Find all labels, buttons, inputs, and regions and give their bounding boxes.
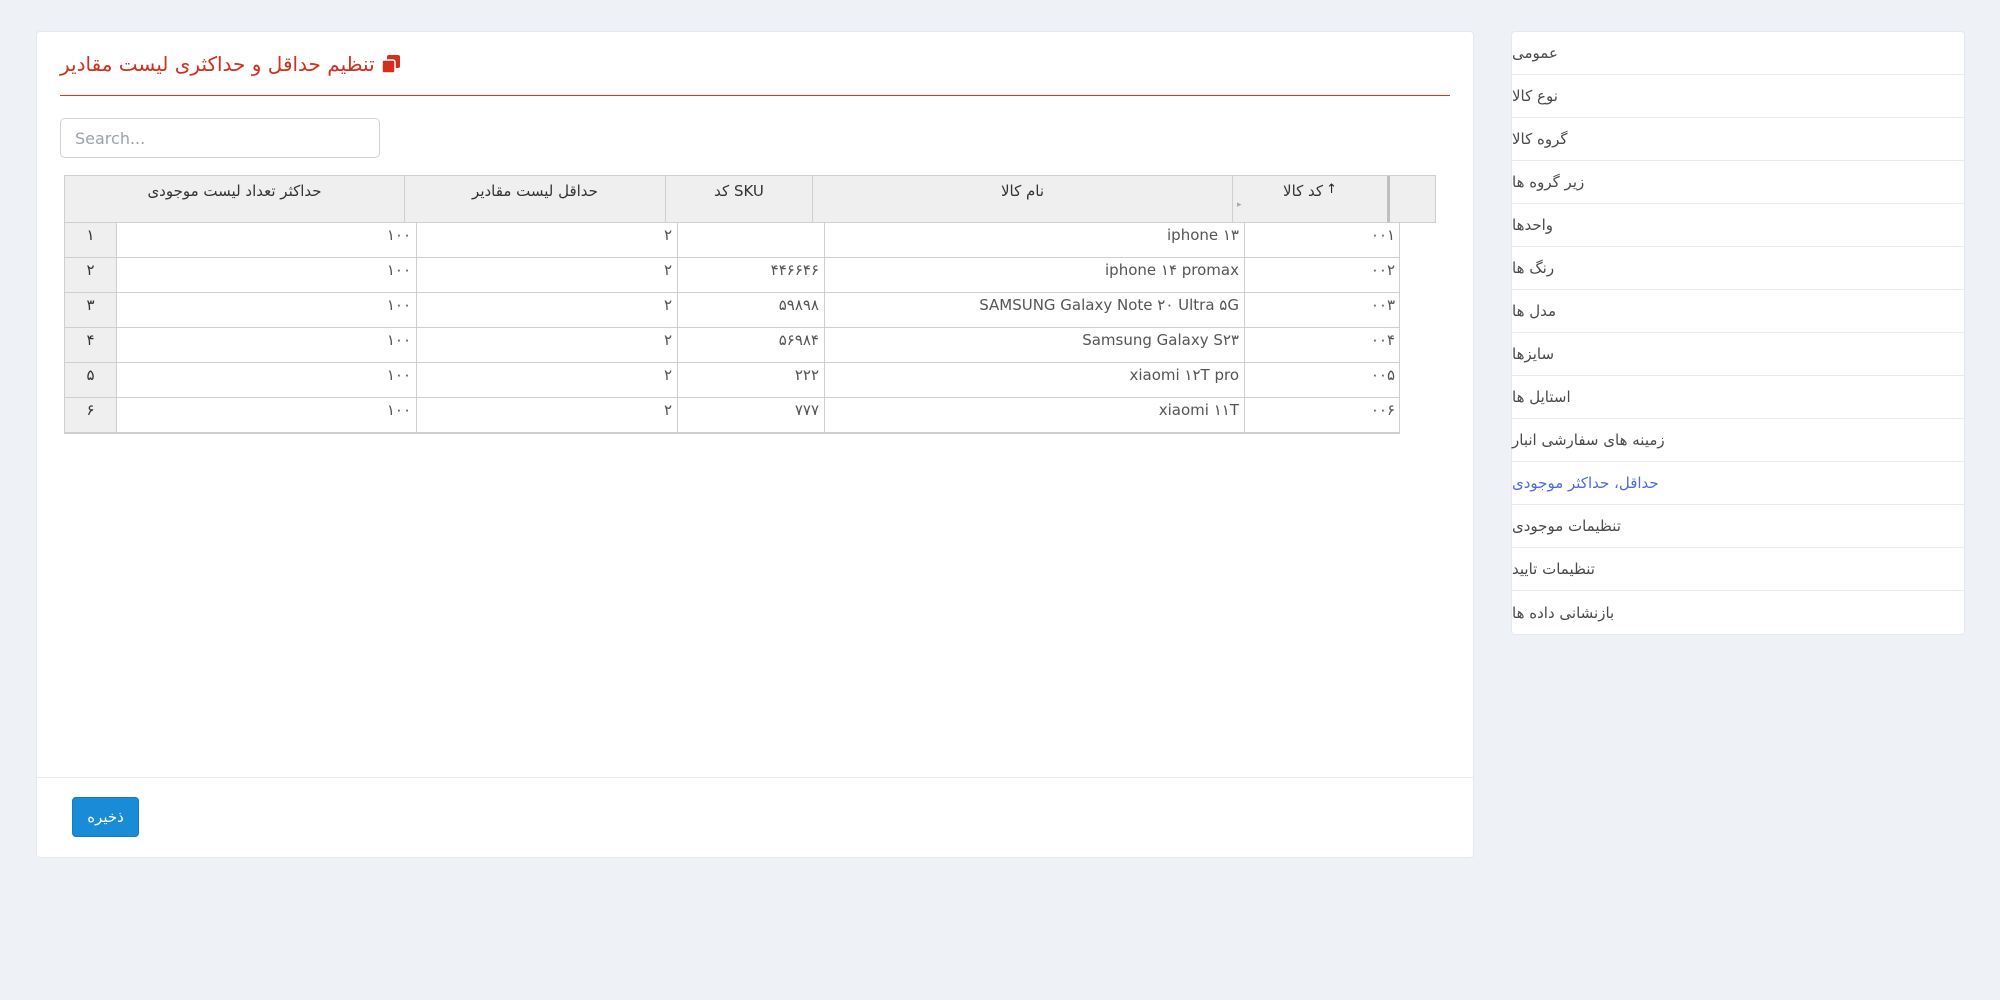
footer-divider — [37, 777, 1473, 778]
min-stock-cell[interactable]: ۲ — [417, 328, 678, 362]
sidebar-item-custom-fields[interactable]: زمینه های سفارشی انبار — [1512, 419, 1964, 462]
row-number: ۶ — [65, 398, 117, 432]
header-name-label: نام کالا — [1000, 182, 1045, 200]
product-code-cell[interactable]: ۰۰۳ — [1245, 293, 1400, 327]
product-code-cell[interactable]: ۰۰۴ — [1245, 328, 1400, 362]
sidebar-item-product-group[interactable]: گروه کالا — [1512, 118, 1964, 161]
settings-sidebar: عمومی نوع کالا گروه کالا زیر گروه ها واح… — [1511, 31, 1965, 635]
min-stock-cell[interactable]: ۲ — [417, 363, 678, 397]
sidebar-item-models[interactable]: مدل ها — [1512, 290, 1964, 333]
min-stock-cell[interactable]: ۲ — [417, 398, 678, 432]
product-name-cell[interactable]: SAMSUNG Galaxy Note ۲۰ Ultra ۵G — [825, 293, 1245, 327]
column-resize-icon[interactable]: ▸ — [1237, 200, 1242, 210]
sidebar-item-general[interactable]: عمومی — [1512, 32, 1964, 75]
sidebar-item-product-type[interactable]: نوع کالا — [1512, 75, 1964, 118]
sidebar-item-reset-data[interactable]: بازنشانی داده ها — [1512, 591, 1964, 634]
header-row-number — [1390, 176, 1435, 222]
sidebar-item-units[interactable]: واحدها — [1512, 204, 1964, 247]
header-code-label: کد کالا — [1283, 182, 1324, 200]
product-name-cell[interactable]: xiaomi ۱۲T pro — [825, 363, 1245, 397]
row-number: ۲ — [65, 258, 117, 292]
max-stock-cell[interactable]: ۱۰۰ — [117, 293, 417, 327]
header-sku-label: SKU کد — [714, 182, 764, 200]
max-stock-cell[interactable]: ۱۰۰ — [117, 223, 417, 257]
product-code-cell[interactable]: ۰۰۵ — [1245, 363, 1400, 397]
sku-cell[interactable]: ۵۶۹۸۴ — [678, 328, 825, 362]
product-name-cell[interactable]: iphone ۱۴ promax — [825, 258, 1245, 292]
header-min-label: حداقل لیست مقادیر — [472, 182, 598, 200]
max-stock-cell[interactable]: ۱۰۰ — [117, 363, 417, 397]
row-number: ۴ — [65, 328, 117, 362]
grid-header: حداکثر تعداد لیست موجودی حداقل لیست مقاد… — [64, 175, 1436, 223]
product-code-cell[interactable]: ۰۰۱ — [1245, 223, 1400, 257]
product-name-cell[interactable]: Samsung Galaxy S۲۳ — [825, 328, 1245, 362]
sku-cell[interactable]: ۷۷۷ — [678, 398, 825, 432]
max-stock-cell[interactable]: ۱۰۰ — [117, 258, 417, 292]
table-row: ۴ ۱۰۰ ۲ ۵۶۹۸۴ Samsung Galaxy S۲۳ ۰۰۴ — [65, 328, 1399, 363]
sku-cell[interactable]: ۴۴۶۶۴۶ — [678, 258, 825, 292]
save-button[interactable]: ذخیره — [72, 797, 139, 837]
row-number: ۱ — [65, 223, 117, 257]
header-min-stock[interactable]: حداقل لیست مقادیر — [405, 176, 666, 222]
header-max-label: حداکثر تعداد لیست موجودی — [147, 182, 322, 200]
table-row: ۶ ۱۰۰ ۲ ۷۷۷ xiaomi ۱۱T ۰۰۶ — [65, 398, 1399, 433]
product-code-cell[interactable]: ۰۰۲ — [1245, 258, 1400, 292]
table-row: ۳ ۱۰۰ ۲ ۵۹۸۹۸ SAMSUNG Galaxy Note ۲۰ Ult… — [65, 293, 1399, 328]
product-name-cell[interactable]: iphone ۱۳ — [825, 223, 1245, 257]
title-wrap: تنظیم حداقل و حداکثری لیست مقادیر — [60, 52, 401, 76]
header-product-code[interactable]: ↑ کد کالا ▸ — [1233, 176, 1390, 222]
row-number: ۵ — [65, 363, 117, 397]
sku-cell[interactable] — [678, 223, 825, 257]
sku-cell[interactable]: ۲۲۲ — [678, 363, 825, 397]
table-row: ۲ ۱۰۰ ۲ ۴۴۶۶۴۶ iphone ۱۴ promax ۰۰۲ — [65, 258, 1399, 293]
sidebar-item-colors[interactable]: رنگ ها — [1512, 247, 1964, 290]
min-stock-cell[interactable]: ۲ — [417, 223, 678, 257]
sidebar-item-sizes[interactable]: سایزها — [1512, 333, 1964, 376]
sidebar-item-subgroups[interactable]: زیر گروه ها — [1512, 161, 1964, 204]
page-title: تنظیم حداقل و حداکثری لیست مقادیر — [60, 51, 375, 76]
sku-cell[interactable]: ۵۹۸۹۸ — [678, 293, 825, 327]
table-row: ۵ ۱۰۰ ۲ ۲۲۲ xiaomi ۱۲T pro ۰۰۵ — [65, 363, 1399, 398]
sidebar-item-min-max-stock[interactable]: حداقل، حداکثر موجودی — [1512, 462, 1964, 505]
row-number: ۳ — [65, 293, 117, 327]
card-header: تنظیم حداقل و حداکثری لیست مقادیر — [60, 32, 1450, 96]
table-row: ۱ ۱۰۰ ۲ iphone ۱۳ ۰۰۱ — [65, 223, 1399, 258]
search-input[interactable] — [60, 118, 380, 158]
sidebar-item-styles[interactable]: استایل ها — [1512, 376, 1964, 419]
main-card: تنظیم حداقل و حداکثری لیست مقادیر حداکثر… — [36, 31, 1474, 858]
max-stock-cell[interactable]: ۱۰۰ — [117, 398, 417, 432]
product-name-cell[interactable]: xiaomi ۱۱T — [825, 398, 1245, 432]
min-stock-cell[interactable]: ۲ — [417, 293, 678, 327]
header-sku[interactable]: SKU کد — [666, 176, 813, 222]
max-stock-cell[interactable]: ۱۰۰ — [117, 328, 417, 362]
sidebar-item-approval-settings[interactable]: تنظیمات تایید — [1512, 548, 1964, 591]
min-stock-cell[interactable]: ۲ — [417, 258, 678, 292]
clone-icon — [380, 54, 401, 74]
sort-ascending-icon: ↑ — [1326, 182, 1337, 197]
sidebar-item-stock-settings[interactable]: تنظیمات موجودی — [1512, 505, 1964, 548]
header-product-name[interactable]: نام کالا — [813, 176, 1233, 222]
stock-limits-grid: حداکثر تعداد لیست موجودی حداقل لیست مقاد… — [64, 175, 1436, 434]
header-max-stock[interactable]: حداکثر تعداد لیست موجودی — [65, 176, 405, 222]
product-code-cell[interactable]: ۰۰۶ — [1245, 398, 1400, 432]
grid-body: ۱ ۱۰۰ ۲ iphone ۱۳ ۰۰۱ ۲ ۱۰۰ ۲ ۴۴۶۶۴۶ iph… — [64, 223, 1400, 434]
